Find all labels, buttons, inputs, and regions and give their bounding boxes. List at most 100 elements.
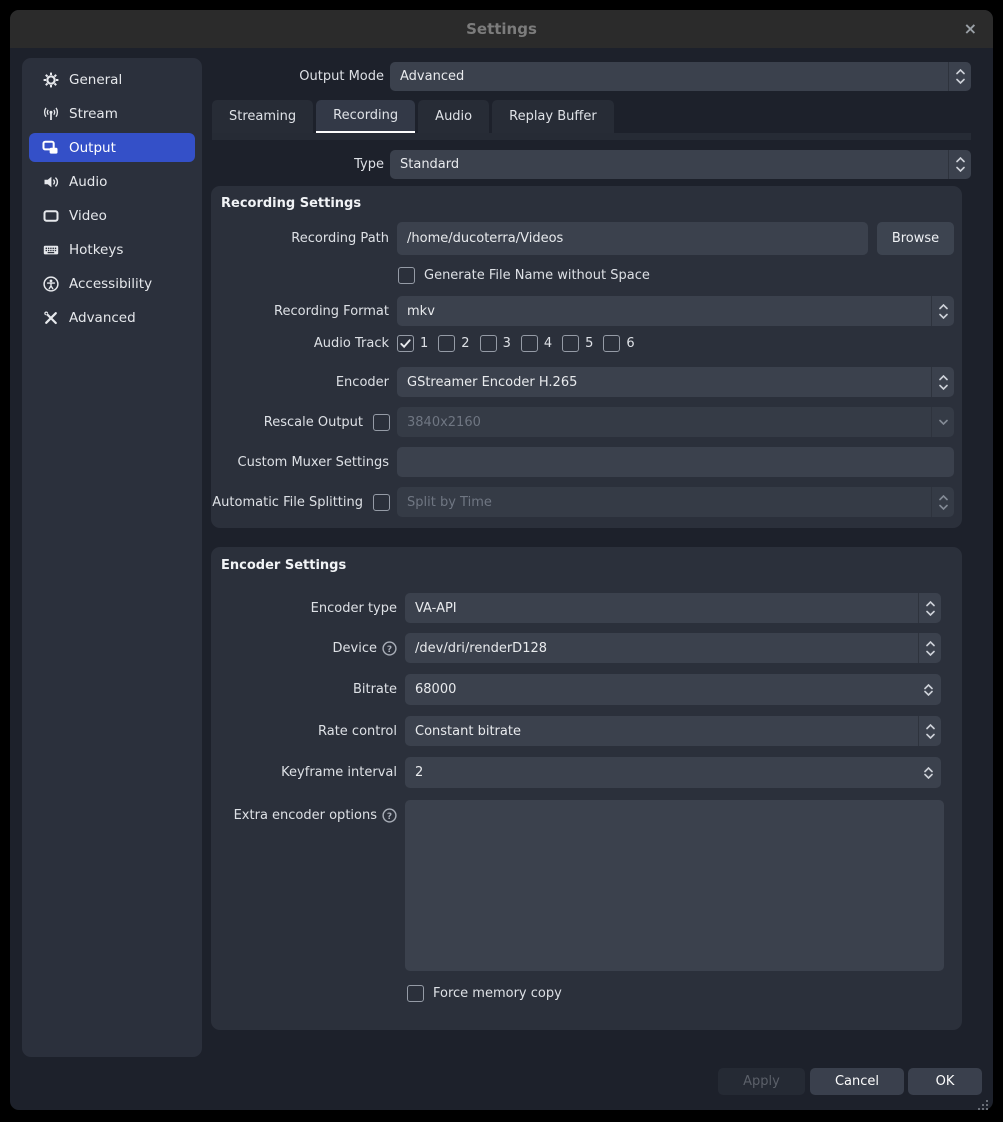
output-mode-select[interactable]: Advanced: [390, 62, 971, 91]
encoder-type-label: Encoder type: [211, 593, 397, 623]
sidebar-item-label: Output: [69, 140, 116, 156]
rate-control-select[interactable]: Constant bitrate: [405, 716, 941, 746]
output-mode-value: Advanced: [400, 69, 464, 84]
browse-button[interactable]: Browse: [877, 222, 954, 255]
accessibility-icon: [42, 275, 59, 292]
spinner-arrows-icon: [948, 150, 971, 179]
audio-track-2-checkbox[interactable]: [438, 335, 455, 352]
audio-track-3-checkbox[interactable]: [480, 335, 497, 352]
sidebar-item-general[interactable]: General: [29, 65, 195, 94]
recording-settings-title: Recording Settings: [221, 196, 361, 211]
rate-control-label: Rate control: [211, 716, 397, 746]
audio-track-4-checkbox[interactable]: [521, 335, 538, 352]
force-memory-copy-checkbox[interactable]: [407, 985, 424, 1002]
spinner-arrows-icon: [931, 487, 954, 517]
help-icon[interactable]: [382, 808, 397, 823]
keyframe-interval-label: Keyframe interval: [211, 757, 397, 788]
help-icon[interactable]: [382, 641, 397, 656]
recording-format-value: mkv: [407, 304, 435, 319]
spin-down-icon[interactable]: [924, 768, 933, 783]
sidebar-item-label: Hotkeys: [69, 242, 123, 258]
bitrate-value: 68000: [415, 682, 456, 697]
rescale-resolution-select: 3840x2160: [397, 407, 954, 437]
type-select[interactable]: Standard: [390, 150, 971, 179]
generate-no-space-checkbox[interactable]: [398, 267, 415, 284]
keyframe-interval-spinbox[interactable]: 2: [405, 757, 941, 788]
recording-format-select[interactable]: mkv: [397, 296, 954, 326]
recording-path-label: Recording Path: [211, 222, 389, 255]
file-splitting-mode-value: Split by Time: [407, 495, 492, 510]
spinner-arrows-icon: [918, 633, 941, 663]
device-select[interactable]: /dev/dri/renderD128: [405, 633, 941, 663]
sidebar-item-output[interactable]: Output: [29, 133, 195, 162]
file-splitting-mode-select: Split by Time: [397, 487, 954, 517]
sidebar-item-video[interactable]: Video: [29, 201, 195, 230]
speaker-icon: [42, 173, 59, 190]
extra-encoder-options-label: Extra encoder options: [234, 808, 377, 823]
gear-icon: [42, 71, 59, 88]
cancel-button[interactable]: Cancel: [810, 1068, 904, 1095]
auto-file-splitting-checkbox[interactable]: [373, 494, 390, 511]
spin-down-icon[interactable]: [924, 685, 933, 700]
keyboard-icon: [42, 241, 59, 258]
extra-encoder-options-label-row: Extra encoder options: [211, 803, 397, 827]
sidebar-item-label: Advanced: [69, 310, 136, 326]
sidebar-item-label: Stream: [69, 106, 118, 122]
encoder-type-select[interactable]: VA-API: [405, 593, 941, 623]
recording-path-value: /home/ducoterra/Videos: [407, 231, 563, 246]
sidebar-item-audio[interactable]: Audio: [29, 167, 195, 196]
spinner-arrows-icon: [931, 367, 954, 397]
encoder-type-value: VA-API: [415, 601, 457, 616]
encoder-value: GStreamer Encoder H.265: [407, 375, 577, 390]
dropdown-arrow-icon: [931, 407, 954, 437]
audio-track-6-checkbox[interactable]: [603, 335, 620, 352]
sidebar-item-label: Video: [69, 208, 107, 224]
close-icon[interactable]: ×: [964, 21, 977, 37]
sidebar-item-label: Audio: [69, 174, 107, 190]
generate-no-space-label: Generate File Name without Space: [424, 267, 650, 284]
encoder-label: Encoder: [211, 367, 389, 397]
bitrate-spinbox[interactable]: 68000: [405, 674, 941, 705]
audio-track-5-checkbox[interactable]: [562, 335, 579, 352]
tab-audio[interactable]: Audio: [418, 100, 489, 133]
tab-streaming[interactable]: Streaming: [212, 100, 313, 133]
keyframe-interval-value: 2: [415, 765, 423, 780]
sidebar-item-stream[interactable]: Stream: [29, 99, 195, 128]
bitrate-label: Bitrate: [211, 674, 397, 705]
tab-replay-buffer[interactable]: Replay Buffer: [492, 100, 614, 133]
custom-muxer-label: Custom Muxer Settings: [211, 447, 389, 477]
sidebar-item-label: Accessibility: [69, 276, 152, 292]
rate-control-value: Constant bitrate: [415, 724, 521, 739]
output-mode-label: Output Mode: [212, 62, 384, 91]
apply-button[interactable]: Apply: [718, 1068, 805, 1095]
type-value: Standard: [400, 157, 459, 172]
type-label: Type: [212, 150, 384, 179]
custom-muxer-input[interactable]: [397, 447, 954, 477]
sidebar-item-advanced[interactable]: Advanced: [29, 303, 195, 332]
sidebar-item-label: General: [69, 72, 122, 88]
recording-format-label: Recording Format: [211, 296, 389, 326]
encoder-settings-title: Encoder Settings: [221, 558, 346, 573]
force-memory-copy-label: Force memory copy: [433, 985, 562, 1002]
sidebar-item-accessibility[interactable]: Accessibility: [29, 269, 195, 298]
ok-button[interactable]: OK: [908, 1068, 982, 1095]
recording-settings-panel: Recording Settings Recording Path /home/…: [211, 186, 962, 528]
titlebar: Settings ×: [10, 10, 993, 48]
extra-encoder-options-textarea[interactable]: [405, 800, 944, 971]
spinner-arrows-icon: [918, 593, 941, 623]
recording-path-input[interactable]: /home/ducoterra/Videos: [397, 222, 868, 255]
device-label-row: Device: [211, 633, 397, 663]
output-tabs: Streaming Recording Audio Replay Buffer: [212, 100, 614, 133]
audio-track-1-checkbox[interactable]: [397, 335, 414, 352]
sidebar-item-hotkeys[interactable]: Hotkeys: [29, 235, 195, 264]
tab-recording[interactable]: Recording: [316, 100, 415, 133]
output-icon: [42, 139, 59, 156]
audio-track-checkbox-group: 1 2 3 4 5 6: [397, 334, 635, 353]
rescale-output-checkbox[interactable]: [373, 414, 390, 431]
encoder-select[interactable]: GStreamer Encoder H.265: [397, 367, 954, 397]
device-value: /dev/dri/renderD128: [415, 641, 547, 656]
window-title: Settings: [466, 20, 537, 38]
broadcast-icon: [42, 105, 59, 122]
monitor-icon: [42, 207, 59, 224]
resize-grip-icon[interactable]: [977, 1096, 989, 1115]
